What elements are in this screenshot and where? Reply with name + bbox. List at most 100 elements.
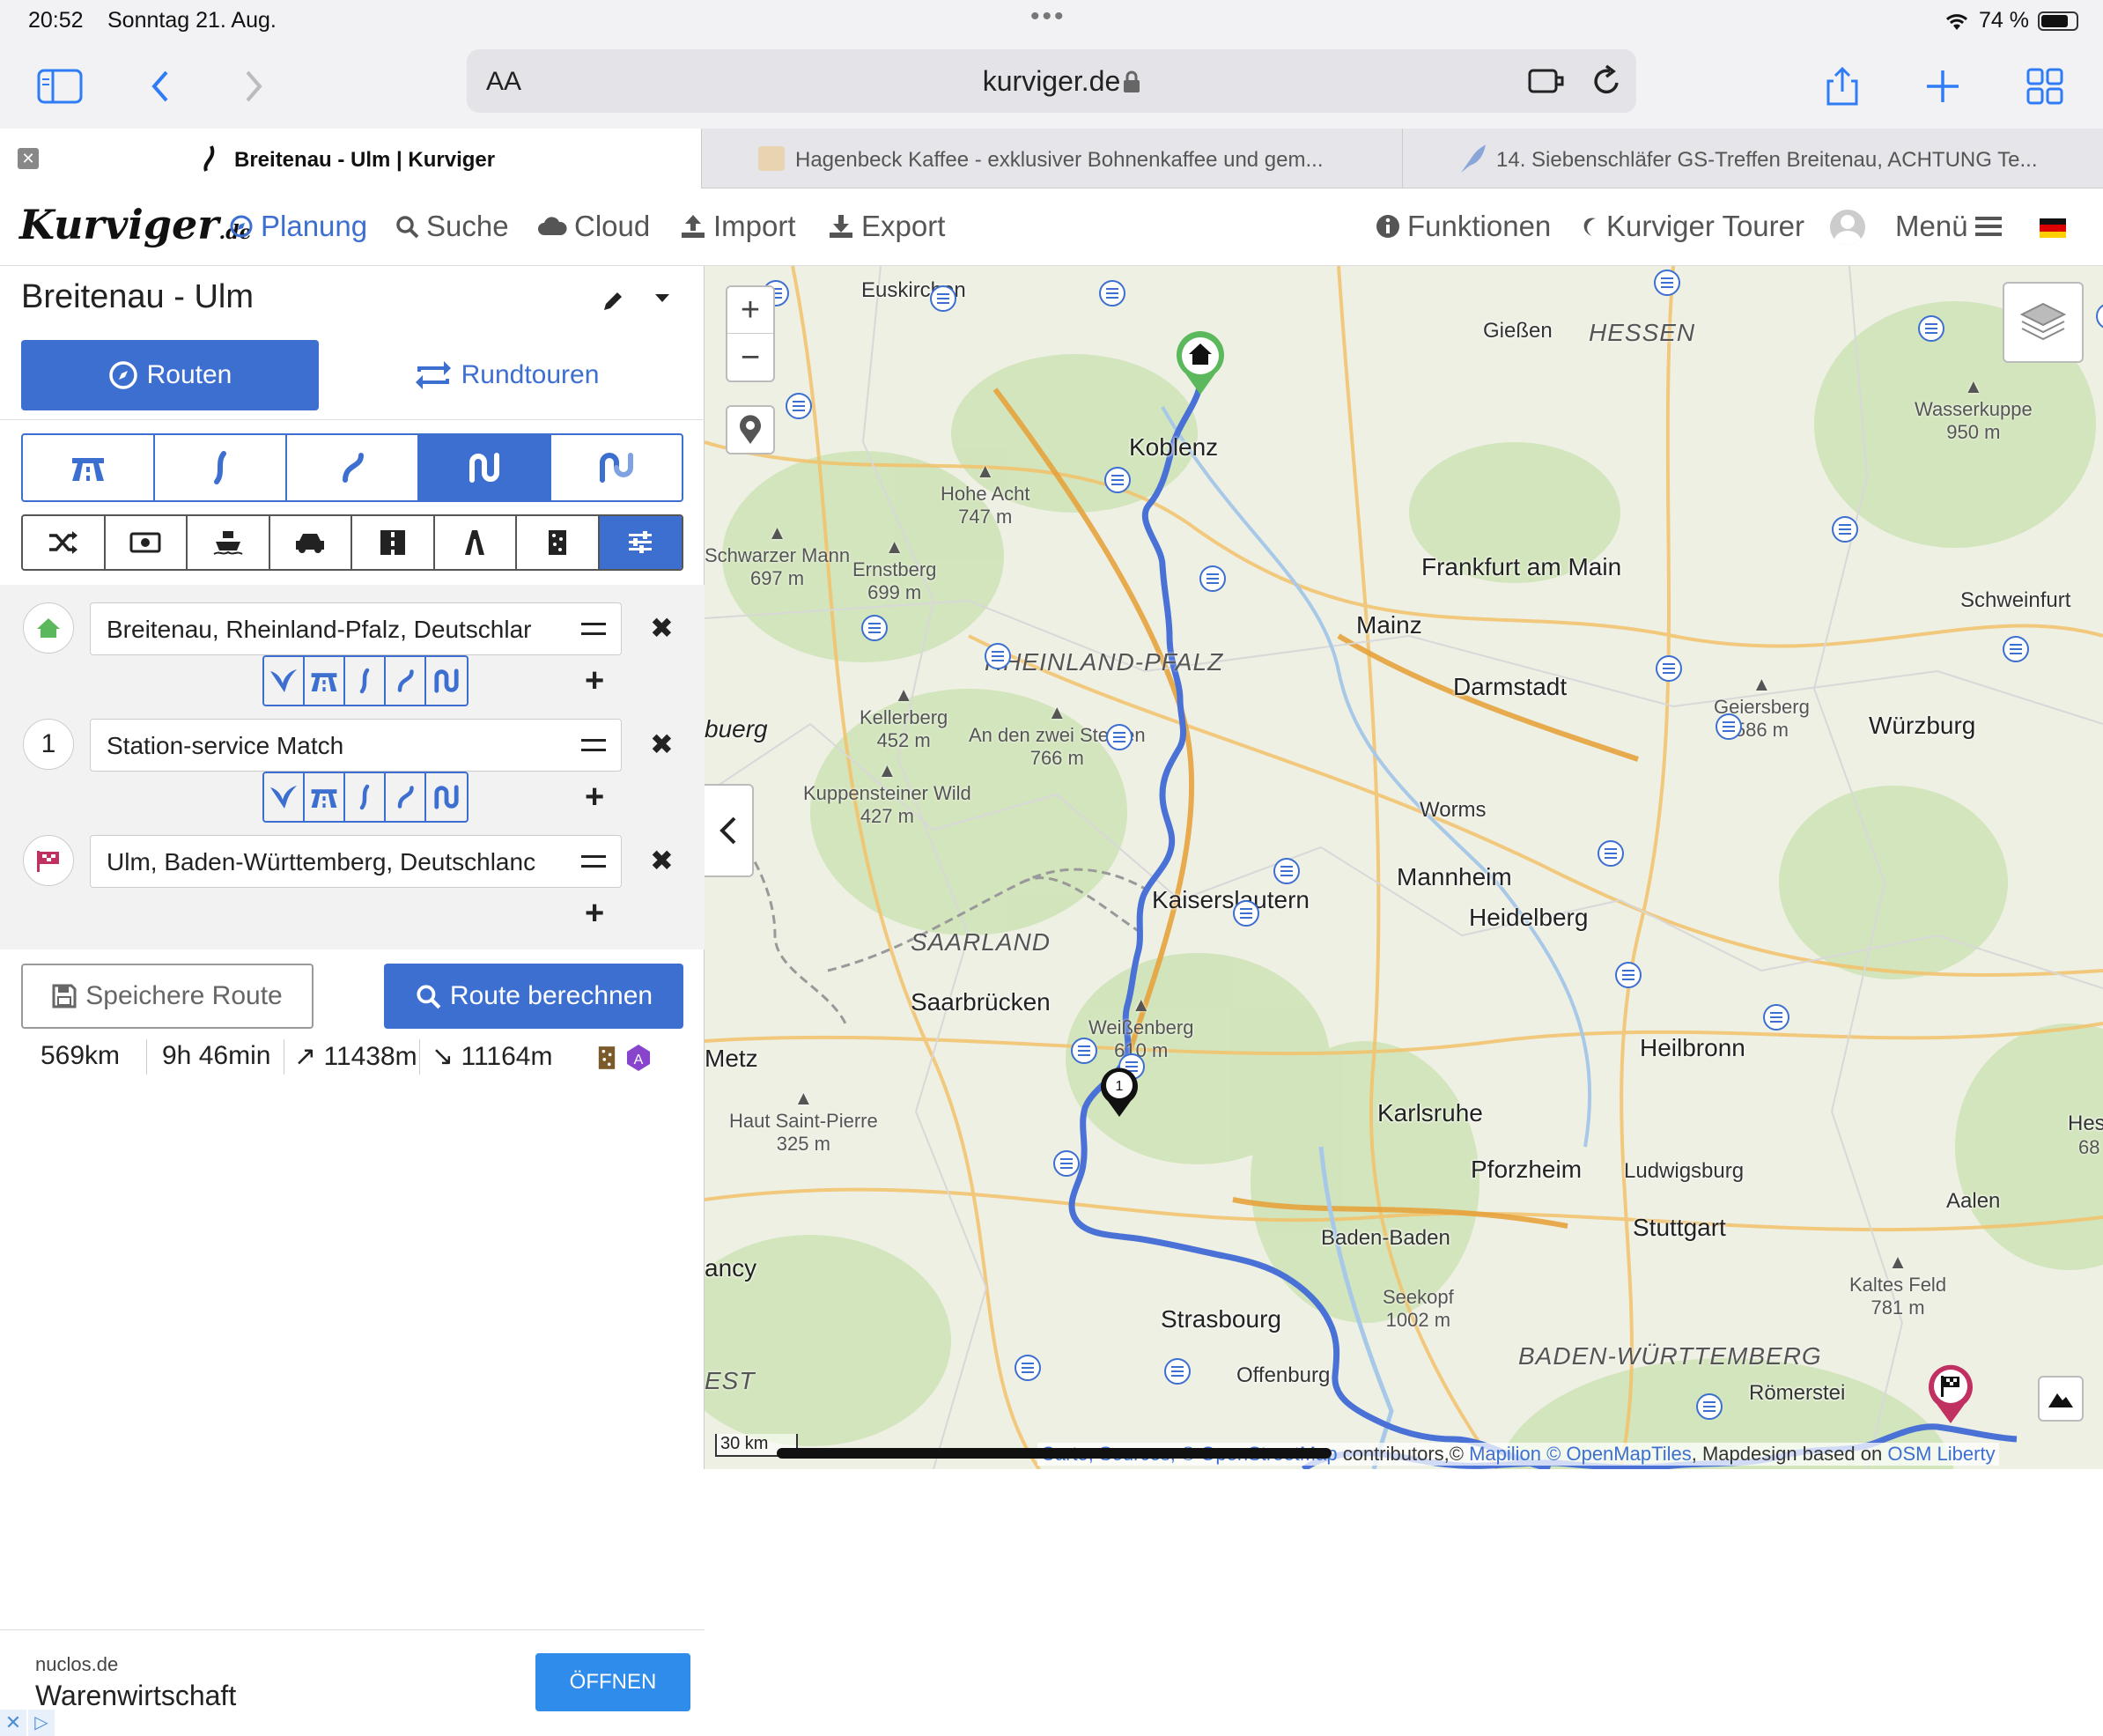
nav-menu[interactable]: Menü	[1895, 210, 2002, 243]
slight-curve-option[interactable]	[345, 657, 386, 705]
unpaved-option[interactable]	[517, 516, 600, 569]
map-poi-icon[interactable]	[1164, 1358, 1191, 1385]
ad-open-button[interactable]: ÖFFNEN	[535, 1653, 690, 1711]
slight-curve-option[interactable]	[345, 773, 386, 821]
caret-down-icon[interactable]	[653, 292, 671, 305]
map-poi-icon[interactable]	[786, 393, 812, 419]
add-waypoint-icon[interactable]: +	[585, 779, 604, 816]
remove-via-icon[interactable]: ✖	[650, 728, 674, 761]
nav-planung[interactable]: Planung	[229, 210, 367, 243]
remove-start-icon[interactable]: ✖	[650, 611, 674, 645]
highway-option[interactable]	[305, 773, 345, 821]
close-tab-icon[interactable]: ✕	[18, 148, 39, 169]
map-poi-icon[interactable]	[930, 285, 956, 312]
extension-icon[interactable]	[1527, 65, 1566, 97]
highway-option[interactable]	[305, 657, 345, 705]
share-icon[interactable]	[1816, 60, 1869, 113]
zoom-out-button[interactable]: −	[741, 334, 760, 381]
shuffle-option[interactable]	[23, 516, 106, 569]
extra-curvy-option[interactable]	[419, 435, 551, 500]
tab-kurviger[interactable]: ✕ Breitenau - Ulm | Kurviger	[0, 129, 701, 188]
map-poi-icon[interactable]	[1199, 565, 1226, 592]
ferry-option[interactable]	[188, 516, 270, 569]
start-input[interactable]: Breitenau, Rheinland-Pfalz, Deutschlar	[90, 602, 622, 655]
drag-handle-icon[interactable]	[581, 855, 606, 868]
drag-handle-icon[interactable]	[581, 739, 606, 751]
map-poi-icon[interactable]	[1832, 516, 1858, 543]
tab-gs-treffen[interactable]: 14. Siebenschläfer GS-Treffen Breitenau,…	[1402, 129, 2103, 188]
map-poi-icon[interactable]	[1763, 1004, 1789, 1031]
map-poi-icon[interactable]	[985, 643, 1011, 669]
tunnel-road-option[interactable]	[352, 516, 435, 569]
map-view[interactable]: Euskirchen Gießen Koblenz Frankfurt am M…	[705, 266, 2103, 1469]
sidebar-toggle-icon[interactable]	[33, 60, 86, 113]
drag-handle-icon[interactable]	[581, 623, 606, 635]
rundtouren-button[interactable]: Rundtouren	[387, 340, 625, 410]
zoom-in-button[interactable]: +	[727, 286, 773, 334]
map-poi-icon[interactable]	[1106, 724, 1133, 750]
kurviger-logo[interactable]: Kurviger.de	[19, 201, 252, 248]
address-bar[interactable]: AA kurviger.de	[467, 49, 1636, 113]
map-poi-icon[interactable]	[1104, 467, 1131, 493]
avatar[interactable]	[1830, 210, 1865, 245]
nav-suche[interactable]: Suche	[395, 210, 509, 243]
save-route-button[interactable]: Speichere Route	[21, 964, 314, 1029]
remove-destination-icon[interactable]: ✖	[650, 844, 674, 877]
add-waypoint-icon[interactable]: +	[585, 662, 604, 700]
map-poi-icon[interactable]	[1273, 858, 1300, 884]
via-pin-icon[interactable]: 1	[1097, 1064, 1141, 1119]
bird-option[interactable]	[264, 657, 305, 705]
elevation-button[interactable]	[2038, 1376, 2084, 1422]
multitask-dots-icon[interactable]: •••	[1030, 2, 1066, 32]
url-host[interactable]: kurviger.de	[467, 65, 1636, 98]
slightly-curvy-option[interactable]	[155, 435, 287, 500]
routen-button[interactable]: Routen	[21, 340, 319, 410]
nav-import[interactable]: Import	[680, 210, 796, 243]
map-poi-icon[interactable]	[1918, 315, 1944, 342]
unpaved-warning-icon[interactable]	[597, 1043, 616, 1073]
calculate-route-button[interactable]: Route berechnen	[384, 964, 683, 1029]
settings-sliders-option[interactable]	[599, 516, 682, 569]
map-poi-icon[interactable]	[1053, 1150, 1080, 1177]
finish-pin-icon[interactable]	[1925, 1362, 1976, 1425]
forward-icon[interactable]	[227, 60, 280, 113]
map-poi-icon[interactable]	[2003, 636, 2029, 662]
map-poi-icon[interactable]	[1071, 1038, 1097, 1064]
nav-cloud[interactable]: Cloud	[537, 210, 650, 243]
back-icon[interactable]	[134, 60, 187, 113]
map-poi-icon[interactable]	[1598, 840, 1624, 867]
custom-curvy-option[interactable]	[551, 435, 682, 500]
toll-option[interactable]	[106, 516, 188, 569]
nav-export[interactable]: Export	[828, 210, 945, 243]
add-waypoint-icon[interactable]: +	[585, 895, 604, 933]
german-flag-icon[interactable]	[2040, 218, 2066, 238]
locate-button[interactable]	[726, 405, 775, 454]
collapse-panel-button[interactable]	[705, 784, 754, 877]
edit-pencil-icon[interactable]	[601, 289, 625, 314]
map-poi-icon[interactable]	[861, 615, 888, 641]
narrow-road-option[interactable]	[435, 516, 517, 569]
curve-option[interactable]	[386, 773, 426, 821]
tab-hagenbeck[interactable]: Hagenbeck Kaffee - exklusiver Bohnenkaff…	[701, 129, 1402, 188]
fastest-road-option[interactable]	[23, 435, 155, 500]
map-poi-icon[interactable]	[1233, 900, 1259, 927]
map-poi-icon[interactable]	[1015, 1355, 1041, 1381]
car-option[interactable]	[270, 516, 352, 569]
map-poi-icon[interactable]	[1716, 713, 1742, 740]
map-poi-icon[interactable]	[1696, 1393, 1723, 1420]
curvy-option[interactable]	[287, 435, 419, 500]
new-tab-icon[interactable]	[1916, 60, 1969, 113]
map-poi-icon[interactable]	[1654, 270, 1680, 296]
map-poi-icon[interactable]	[1099, 280, 1125, 307]
nav-kurviger-tourer[interactable]: Kurviger Tourer	[1578, 210, 1804, 243]
toll-warning-icon[interactable]: A	[625, 1043, 652, 1073]
via-input[interactable]: Station-service Match	[90, 719, 622, 772]
ad-close-icon[interactable]: ✕	[0, 1710, 26, 1736]
ad-info-icon[interactable]: ▷	[28, 1710, 55, 1736]
start-pin-icon[interactable]	[1173, 329, 1228, 396]
bird-option[interactable]	[264, 773, 305, 821]
reload-icon[interactable]	[1590, 63, 1622, 99]
extra-curve-option[interactable]	[426, 657, 467, 705]
tab-overview-icon[interactable]	[2018, 60, 2071, 113]
layers-button[interactable]	[2003, 282, 2084, 363]
